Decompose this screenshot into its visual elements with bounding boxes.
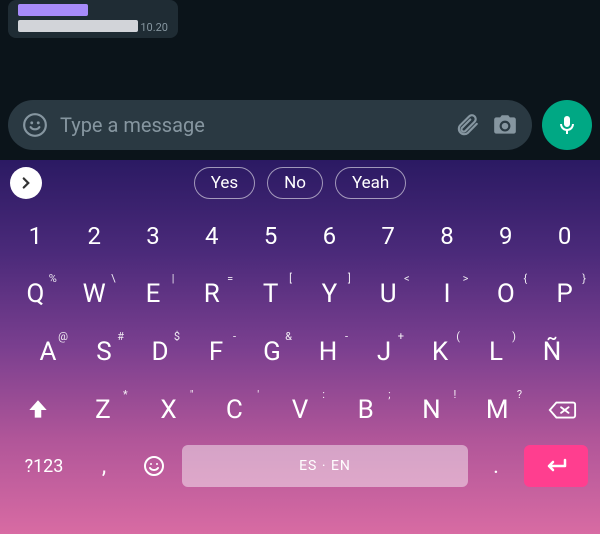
key-8[interactable]: 8 xyxy=(418,210,477,262)
key-d[interactable]: D$ xyxy=(132,326,188,378)
key-o[interactable]: O{ xyxy=(476,268,535,320)
key-rows: 1 2 3 4 5 6 7 8 9 0 Q% W\ E| R= T[ Y] U<… xyxy=(0,206,600,490)
key-r[interactable]: R= xyxy=(182,268,241,320)
symbols-key[interactable]: ?123 xyxy=(12,445,76,487)
keyboard: Yes No Yeah 1 2 3 4 5 6 7 8 9 0 Q% W\ E|… xyxy=(0,160,600,534)
emoji-key[interactable] xyxy=(132,445,176,487)
key-h[interactable]: H- xyxy=(300,326,356,378)
key-enye[interactable]: Ñ xyxy=(524,326,580,378)
space-key[interactable]: ES · EN xyxy=(182,445,468,487)
attach-icon[interactable] xyxy=(454,112,480,138)
period-key[interactable]: . xyxy=(474,445,518,487)
redacted-text xyxy=(18,20,138,32)
letter-row-1: Q% W\ E| R= T[ Y] U< I> O{ P} xyxy=(6,268,594,320)
suggestion-row: Yes No Yeah xyxy=(0,160,600,206)
enter-key[interactable] xyxy=(524,445,588,487)
key-1[interactable]: 1 xyxy=(6,210,65,262)
key-v[interactable]: V: xyxy=(267,384,333,436)
message-placeholder: Type a message xyxy=(60,113,442,137)
key-w[interactable]: W\ xyxy=(65,268,124,320)
key-g[interactable]: G& xyxy=(244,326,300,378)
key-4[interactable]: 4 xyxy=(182,210,241,262)
key-7[interactable]: 7 xyxy=(359,210,418,262)
redacted-text xyxy=(18,4,88,16)
message-time: 10.20 xyxy=(140,21,168,34)
key-x[interactable]: X" xyxy=(136,384,202,436)
suggestion-chip[interactable]: No xyxy=(267,167,323,199)
backspace-key[interactable] xyxy=(530,398,594,422)
number-row: 1 2 3 4 5 6 7 8 9 0 xyxy=(6,210,594,262)
comma-key[interactable]: , xyxy=(82,445,126,487)
message-bubble[interactable]: 10.20 xyxy=(8,0,178,38)
suggestion-chip[interactable]: Yeah xyxy=(335,167,406,199)
key-k[interactable]: K( xyxy=(412,326,468,378)
key-n[interactable]: N! xyxy=(399,384,465,436)
chat-area: 10.20 Type a message xyxy=(0,0,600,160)
key-0[interactable]: 0 xyxy=(535,210,594,262)
key-s[interactable]: S# xyxy=(76,326,132,378)
key-c[interactable]: C' xyxy=(201,384,267,436)
expand-button[interactable] xyxy=(10,167,42,199)
composer-row: Type a message xyxy=(8,100,592,150)
key-b[interactable]: B; xyxy=(333,384,399,436)
key-y[interactable]: Y] xyxy=(300,268,359,320)
key-j[interactable]: J+ xyxy=(356,326,412,378)
key-e[interactable]: E| xyxy=(124,268,183,320)
key-p[interactable]: P} xyxy=(535,268,594,320)
message-input-box[interactable]: Type a message xyxy=(8,100,532,150)
key-9[interactable]: 9 xyxy=(476,210,535,262)
key-2[interactable]: 2 xyxy=(65,210,124,262)
key-5[interactable]: 5 xyxy=(241,210,300,262)
camera-icon[interactable] xyxy=(492,112,518,138)
key-t[interactable]: T[ xyxy=(241,268,300,320)
bottom-row: ?123 , ES · EN . xyxy=(6,442,594,490)
key-a[interactable]: A@ xyxy=(20,326,76,378)
key-6[interactable]: 6 xyxy=(300,210,359,262)
key-z[interactable]: Z* xyxy=(70,384,136,436)
key-q[interactable]: Q% xyxy=(6,268,65,320)
key-f[interactable]: F- xyxy=(188,326,244,378)
emoji-icon[interactable] xyxy=(22,112,48,138)
key-u[interactable]: U< xyxy=(359,268,418,320)
suggestion-chip[interactable]: Yes xyxy=(194,167,255,199)
shift-key[interactable] xyxy=(6,397,70,423)
key-i[interactable]: I> xyxy=(418,268,477,320)
mic-button[interactable] xyxy=(542,100,592,150)
key-3[interactable]: 3 xyxy=(124,210,183,262)
letter-row-3: Z* X" C' V: B; N! M? xyxy=(6,384,594,436)
letter-row-2: A@ S# D$ F- G& H- J+ K( L) Ñ xyxy=(6,326,594,378)
key-l[interactable]: L) xyxy=(468,326,524,378)
key-m[interactable]: M? xyxy=(464,384,530,436)
